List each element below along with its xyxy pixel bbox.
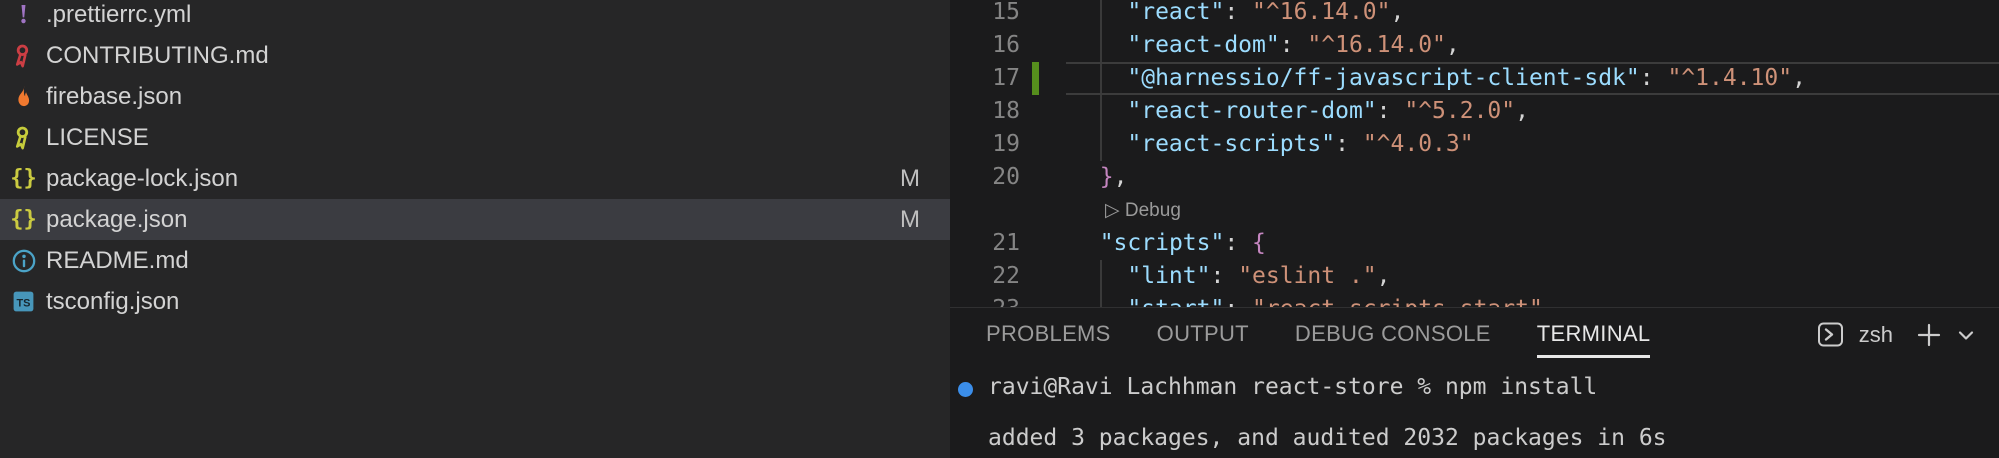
file-name-label: CONTRIBUTING.md <box>46 42 269 70</box>
code-text: "react-dom": "^16.14.0", <box>1072 29 1460 62</box>
code-line[interactable]: 17 "@harnessio/ff-javascript-client-sdk"… <box>950 62 1999 95</box>
file-row[interactable]: README.md <box>0 240 950 281</box>
code-line[interactable]: 19 "react-scripts": "^4.0.3" <box>950 128 1999 161</box>
panel-controls: zsh <box>1817 321 1975 348</box>
code-text: "react-router-dom": "^5.2.0", <box>1072 95 1529 128</box>
file-row[interactable]: ! .prettierrc.yml <box>0 0 950 35</box>
panel-tab-output[interactable]: OUTPUT <box>1157 321 1249 347</box>
file-list: ! .prettierrc.yml CONTRIBUTING.md firebase.… <box>0 0 950 322</box>
file-name-label: LICENSE <box>46 124 149 152</box>
prettier-icon: ! <box>10 1 37 28</box>
line-number[interactable]: 22 <box>950 260 1020 293</box>
line-number[interactable]: 18 <box>950 95 1020 128</box>
file-name-label: tsconfig.json <box>46 288 179 316</box>
file-name-label: package-lock.json <box>46 165 238 193</box>
file-row[interactable]: {} package.json M <box>0 199 950 240</box>
typescript-icon: TS <box>10 288 37 315</box>
terminal-output-line: added 3 packages, and audited 2032 packa… <box>988 425 1667 451</box>
json-icon: {} <box>10 206 37 233</box>
ribbon-icon <box>10 124 37 151</box>
panel-tab-bar: PROBLEMS OUTPUT DEBUG CONSOLE TERMINAL <box>986 308 1650 360</box>
file-row[interactable]: {} package-lock.json M <box>0 158 950 199</box>
line-number[interactable]: 15 <box>950 0 1020 29</box>
code-line[interactable]: 21 "scripts": { <box>950 227 1999 260</box>
svg-text:TS: TS <box>17 297 31 309</box>
new-terminal-button[interactable] <box>1916 322 1942 348</box>
file-name-label: README.md <box>46 247 189 275</box>
code-text: "lint": "eslint .", <box>1072 260 1391 293</box>
file-row[interactable]: TS tsconfig.json <box>0 281 950 322</box>
panel-tab-terminal[interactable]: TERMINAL <box>1537 321 1651 347</box>
file-name-label: package.json <box>46 206 187 234</box>
code-text: "react": "^16.14.0", <box>1072 0 1404 29</box>
editor-pane[interactable]: 15 "react": "^16.14.0",16 "react-dom": "… <box>950 0 1999 307</box>
shell-name-label[interactable]: zsh <box>1859 322 1893 348</box>
code-text: }, <box>1072 161 1127 194</box>
info-icon <box>10 247 37 274</box>
firebase-icon <box>10 83 37 110</box>
panel-tab-problems[interactable]: PROBLEMS <box>986 321 1111 347</box>
code-text: "@harnessio/ff-javascript-client-sdk": "… <box>1072 62 1806 95</box>
code-line[interactable]: 15 "react": "^16.14.0", <box>950 0 1999 29</box>
terminal-shell-icon[interactable] <box>1817 321 1844 348</box>
git-modified-badge: M <box>892 165 928 193</box>
json-icon: {} <box>10 165 37 192</box>
code-line[interactable]: 23 "start": "react-scripts start" <box>950 293 1999 307</box>
line-number[interactable]: 17 <box>950 62 1020 95</box>
file-name-label: .prettierrc.yml <box>46 1 191 29</box>
code-text: "start": "react-scripts start" <box>1072 293 1543 307</box>
file-row[interactable]: LICENSE <box>0 117 950 158</box>
line-number[interactable]: 16 <box>950 29 1020 62</box>
code-text: "scripts": { <box>1072 227 1266 260</box>
panel-tab-debug-console[interactable]: DEBUG CONSOLE <box>1295 321 1491 347</box>
code-line[interactable]: 16 "react-dom": "^16.14.0", <box>950 29 1999 62</box>
line-number[interactable]: 23 <box>950 293 1020 307</box>
code-line[interactable]: 20 }, <box>950 161 1999 194</box>
code-line[interactable]: 22 "lint": "eslint .", <box>950 260 1999 293</box>
git-modified-badge: M <box>892 206 928 234</box>
file-row[interactable]: firebase.json <box>0 76 950 117</box>
code-line[interactable]: 18 "react-router-dom": "^5.2.0", <box>950 95 1999 128</box>
terminal-dropdown-chevron-icon[interactable] <box>1957 326 1975 344</box>
vscode-window: ! .prettierrc.yml CONTRIBUTING.md firebase.… <box>0 0 1999 458</box>
code-text: "react-scripts": "^4.0.3" <box>1072 128 1474 161</box>
line-number[interactable]: 21 <box>950 227 1020 260</box>
explorer-panel: ! .prettierrc.yml CONTRIBUTING.md firebase.… <box>0 0 950 458</box>
bottom-panel: PROBLEMSOUTPUTDEBUG CONSOLETERMINAL zsh … <box>950 307 1999 458</box>
gutter-added-change-marker[interactable] <box>1032 62 1039 95</box>
file-row[interactable]: CONTRIBUTING.md <box>0 35 950 76</box>
line-number[interactable]: 19 <box>950 128 1020 161</box>
codelens-debug-link[interactable]: ▷ Debug <box>1105 194 1181 227</box>
line-number[interactable]: 20 <box>950 161 1020 194</box>
terminal-prompt-line: ravi@Ravi Lachhman react-store % npm ins… <box>988 374 1597 400</box>
terminal-command-decoration[interactable] <box>958 382 973 397</box>
ribbon-icon <box>10 42 37 69</box>
file-name-label: firebase.json <box>46 83 182 111</box>
